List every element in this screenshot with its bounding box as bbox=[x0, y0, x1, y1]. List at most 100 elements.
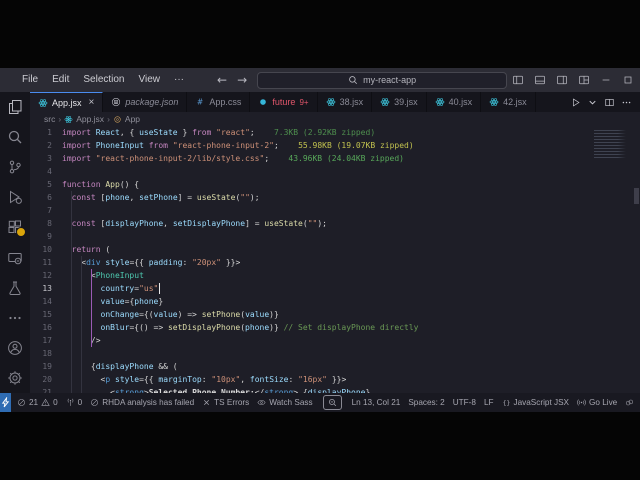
activity-remote-explorer[interactable] bbox=[0, 242, 30, 272]
editor-more-actions[interactable] bbox=[621, 97, 632, 108]
code-line[interactable]: 15 onChange={(value) => setPhone(value)} bbox=[30, 308, 640, 321]
status-zoom-indicator[interactable] bbox=[323, 395, 342, 410]
code-line[interactable]: 19 {displayPhone && ( bbox=[30, 360, 640, 373]
status-rhda-status[interactable]: RHDA analysis has failed bbox=[86, 398, 198, 407]
menu-item-file[interactable]: File bbox=[15, 68, 45, 92]
tab-future[interactable]: future9+ bbox=[250, 92, 317, 112]
run-dropdown[interactable] bbox=[587, 97, 598, 108]
text-cursor bbox=[159, 283, 160, 294]
code-text: <p style={{ marginTop: "10px", fontSize:… bbox=[62, 373, 346, 386]
menu-item-[interactable]: ··· bbox=[167, 68, 191, 92]
code-line[interactable]: 4 bbox=[30, 165, 640, 178]
search-icon bbox=[348, 75, 358, 85]
tab-app-jsx[interactable]: App.jsx× bbox=[30, 92, 103, 112]
breadcrumb-item-src[interactable]: src bbox=[44, 114, 55, 124]
status-eol[interactable]: LF bbox=[480, 398, 498, 407]
code-line[interactable]: 6 const [phone, setPhone] = useState("")… bbox=[30, 191, 640, 204]
menu-item-view[interactable]: View bbox=[132, 68, 168, 92]
status-overlapping-circles[interactable] bbox=[621, 398, 638, 407]
indent-guide bbox=[81, 256, 82, 393]
status-language-mode[interactable]: {}JavaScript JSX bbox=[498, 398, 574, 407]
activity-run-debug[interactable] bbox=[0, 182, 30, 212]
code-line[interactable]: 1import React, { useState } from "react"… bbox=[30, 126, 640, 139]
code-line[interactable]: 2import PhoneInput from "react-phone-inp… bbox=[30, 139, 640, 152]
activity-more-views[interactable] bbox=[0, 303, 30, 333]
layout-sidebar-right-button[interactable] bbox=[551, 68, 573, 92]
status-cursor-position[interactable]: Ln 13, Col 21 bbox=[348, 398, 405, 407]
close-icon[interactable]: × bbox=[89, 97, 95, 108]
activity-accounts[interactable] bbox=[0, 333, 30, 363]
line-number: 11 bbox=[30, 256, 62, 269]
code-line[interactable]: 10 return ( bbox=[30, 243, 640, 256]
menu-item-selection[interactable]: Selection bbox=[76, 68, 131, 92]
tab-42-jsx[interactable]: 42.jsx bbox=[481, 92, 536, 112]
layout-panel-button[interactable] bbox=[529, 68, 551, 92]
tab-38-jsx[interactable]: 38.jsx bbox=[318, 92, 373, 112]
code-line[interactable]: 14 value={phone} bbox=[30, 295, 640, 308]
activity-settings[interactable] bbox=[0, 363, 30, 393]
status-indentation[interactable]: Spaces: 2 bbox=[404, 398, 448, 407]
minimize-button[interactable] bbox=[595, 68, 617, 92]
code-line[interactable]: 11 <div style={{ padding: "20px" }}> bbox=[30, 256, 640, 269]
code-text: return ( bbox=[62, 243, 110, 256]
menu-item-edit[interactable]: Edit bbox=[45, 68, 76, 92]
code-line[interactable]: 17 /> bbox=[30, 334, 640, 347]
code-line[interactable]: 21 <strong>Selected Phone Number:</stron… bbox=[30, 386, 640, 393]
status-ts-errors[interactable]: TS Errors bbox=[198, 398, 253, 407]
run-file-button[interactable] bbox=[570, 97, 581, 108]
forward-arrow-icon[interactable]: → bbox=[237, 73, 247, 87]
scrollbar[interactable] bbox=[634, 188, 639, 204]
tab-app-css[interactable]: #App.css bbox=[187, 92, 250, 112]
letterbox-top bbox=[0, 0, 640, 68]
activity-testing[interactable] bbox=[0, 273, 30, 303]
back-arrow-icon[interactable]: ← bbox=[217, 73, 227, 87]
code-line[interactable]: 3import "react-phone-input-2/lib/style.c… bbox=[30, 152, 640, 165]
status-remote-indicator[interactable] bbox=[0, 393, 11, 412]
status-problems[interactable]: 210 bbox=[13, 398, 62, 407]
tab-bar: App.jsx× package.json #App.cssfuture9+38.j… bbox=[30, 92, 640, 112]
code-editor[interactable]: 1import React, { useState } from "react"… bbox=[30, 126, 640, 393]
status-watch-sass[interactable]: Watch Sass bbox=[253, 398, 316, 407]
line-number: 19 bbox=[30, 360, 62, 373]
tab-40-jsx[interactable]: 40.jsx bbox=[427, 92, 482, 112]
tab-package-json[interactable]: package.json bbox=[103, 92, 187, 112]
code-line[interactable]: 5function App() { bbox=[30, 178, 640, 191]
window-controls bbox=[507, 68, 640, 92]
tab-label: package.json bbox=[125, 97, 178, 107]
activity-source-control[interactable] bbox=[0, 152, 30, 182]
code-line[interactable]: 9 bbox=[30, 230, 640, 243]
code-line[interactable]: 18 bbox=[30, 347, 640, 360]
status-ports[interactable]: 0 bbox=[62, 398, 87, 407]
activity-search[interactable] bbox=[0, 122, 30, 152]
line-number: 15 bbox=[30, 308, 62, 321]
activity-extensions[interactable] bbox=[0, 212, 30, 242]
line-number: 2 bbox=[30, 139, 62, 152]
code-line[interactable]: 8 const [displayPhone, setDisplayPhone] … bbox=[30, 217, 640, 230]
activity-explorer[interactable] bbox=[0, 92, 30, 122]
extensions-warning-badge bbox=[16, 227, 26, 237]
tab-39-jsx[interactable]: 39.jsx bbox=[372, 92, 427, 112]
breadcrumb-item-app[interactable]: App bbox=[113, 114, 140, 124]
command-center-search[interactable]: my-react-app bbox=[257, 72, 507, 89]
restore-button[interactable] bbox=[617, 68, 639, 92]
split-editor-button[interactable] bbox=[604, 97, 615, 108]
code-line[interactable]: 13 country="us" bbox=[30, 282, 640, 295]
code-line[interactable]: 16 onBlur={() => setDisplayPhone(phone)}… bbox=[30, 321, 640, 334]
tab-label: 42.jsx bbox=[503, 97, 527, 107]
minimap[interactable] bbox=[594, 130, 626, 158]
line-number: 9 bbox=[30, 230, 62, 243]
code-line[interactable]: 20 <p style={{ marginTop: "10px", fontSi… bbox=[30, 373, 640, 386]
status-go-live[interactable]: Go Live bbox=[573, 398, 621, 407]
layout-customize-button[interactable] bbox=[573, 68, 595, 92]
layout-sidebar-left-button[interactable] bbox=[507, 68, 529, 92]
symbol-icon bbox=[113, 115, 122, 124]
zoom-out-icon bbox=[328, 398, 337, 407]
menu-bar: FileEditSelectionView··· bbox=[15, 68, 191, 92]
code-line[interactable]: 7 bbox=[30, 204, 640, 217]
code-line[interactable]: 12 <PhoneInput bbox=[30, 269, 640, 282]
code-text: import "react-phone-input-2/lib/style.cs… bbox=[62, 152, 404, 165]
breadcrumb-item-app-jsx[interactable]: App.jsx bbox=[64, 114, 104, 124]
line-number: 13 bbox=[30, 282, 62, 295]
indent-guide bbox=[71, 191, 72, 393]
status-encoding[interactable]: UTF-8 bbox=[449, 398, 480, 407]
